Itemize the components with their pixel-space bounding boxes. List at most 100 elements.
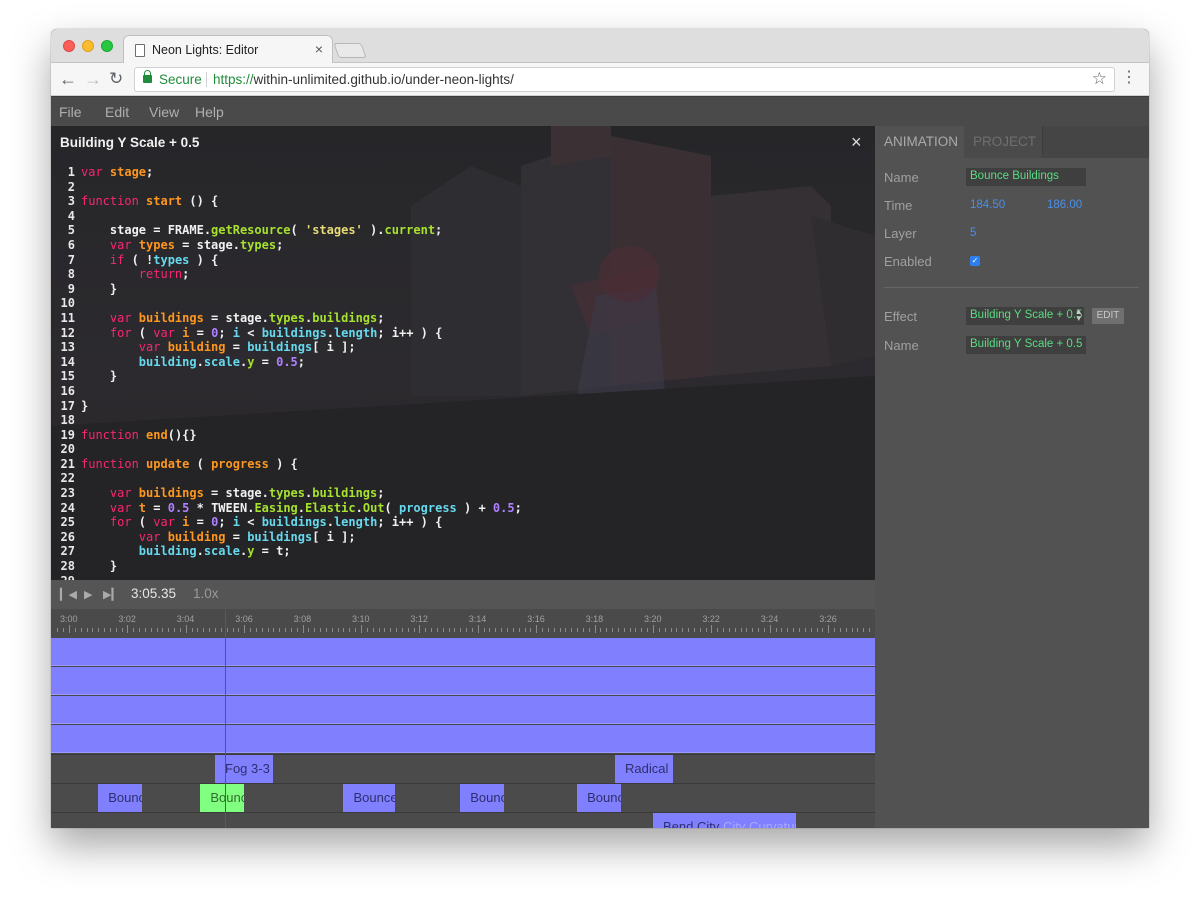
menu-help[interactable]: Help: [195, 104, 224, 120]
url-text[interactable]: https://within-unlimited.github.io/under…: [213, 72, 514, 87]
maximize-window-button[interactable]: [101, 40, 113, 52]
close-window-button[interactable]: [63, 40, 75, 52]
ruler-tick: [460, 628, 462, 632]
ruler-tick: [109, 628, 111, 632]
menu-view[interactable]: View: [149, 104, 179, 120]
clip-label: Bounce Buildings: [108, 790, 142, 805]
skip-back-icon[interactable]: ▎◀: [60, 588, 77, 601]
back-arrow-icon[interactable]: ←: [59, 69, 77, 89]
timeline-clip[interactable]: Radical: [615, 755, 674, 783]
ruler-tick: [758, 628, 760, 632]
bookmark-star-icon[interactable]: ☆: [1092, 69, 1107, 89]
menu-file[interactable]: File: [59, 104, 82, 120]
code-line: 1 var stage;: [57, 165, 522, 180]
playhead[interactable]: [225, 609, 227, 828]
browser-menu-icon[interactable]: ⋮: [1121, 69, 1137, 87]
ruler-tick: [775, 628, 777, 632]
code-token: function: [81, 194, 147, 209]
ruler-tick: [413, 628, 415, 632]
animation-name-field[interactable]: Bounce Buildings: [966, 168, 1086, 186]
playback-speed[interactable]: 1.0x: [193, 586, 219, 601]
code-editor[interactable]: 1 var stage; 2 3 function start () {4 5 stage…: [57, 165, 522, 580]
tab-title: Neon Lights: Editor: [152, 43, 259, 57]
code-line: 4: [57, 209, 522, 224]
track-bar: [51, 638, 875, 666]
code-token: 'stages': [304, 223, 363, 238]
timeline-clip[interactable]: Fog 3-3: [215, 755, 274, 783]
effect-select[interactable]: Building Y Scale + 0.5 ▴ ▾: [966, 307, 1084, 325]
ruler-tick: [658, 628, 660, 632]
document-icon: [135, 44, 145, 57]
ruler-tick-label: 3:00: [60, 614, 78, 624]
code-token: (: [138, 325, 154, 340]
code-token: ;: [182, 267, 190, 282]
timeline-clip[interactable]: Bounce Buildings: [460, 784, 505, 812]
edit-effect-button[interactable]: EDIT: [1092, 308, 1124, 324]
code-token: () {: [182, 194, 219, 209]
code-token: ; i++ ) {: [377, 515, 443, 530]
code-token: var: [81, 486, 139, 501]
line-number: 13: [60, 340, 75, 355]
skip-forward-icon[interactable]: ▶▎: [103, 588, 120, 601]
timeline-clip[interactable]: Bounce Buildings: [577, 784, 621, 812]
timeline-clip[interactable]: Bounce Buildings: [98, 784, 142, 812]
code-token: buildings: [312, 486, 378, 501]
close-editor-icon[interactable]: ×: [851, 132, 862, 153]
play-icon[interactable]: ▶: [84, 588, 92, 601]
ruler-tick: [127, 625, 129, 633]
ruler-tick: [220, 628, 222, 632]
code-line: 25 for ( var i = 0; i < buildings.length…: [57, 515, 522, 530]
ruler-tick: [559, 628, 561, 632]
line-number: 22: [60, 471, 75, 486]
line-number: 26: [60, 529, 75, 544]
tab-animation[interactable]: ANIMATION: [875, 126, 964, 158]
code-token: ;: [276, 237, 284, 252]
code-line: 26 var building = buildings[ i ];: [57, 530, 522, 545]
code-token: .: [196, 354, 204, 369]
ruler-tick: [495, 628, 497, 632]
code-token: building: [167, 529, 226, 544]
new-tab-button[interactable]: [333, 43, 367, 58]
ruler-tick: [209, 628, 211, 632]
name-label: Name: [884, 170, 919, 185]
clip-label: Radical: [625, 761, 669, 776]
timeline-clip[interactable]: Bounce Buildings: [343, 784, 395, 812]
tab-close-icon[interactable]: ×: [315, 41, 323, 57]
code-token: (){}: [167, 427, 197, 442]
code-line: 21 function update ( progress ) {: [57, 457, 522, 472]
browser-tab[interactable]: Neon Lights: Editor ×: [123, 35, 333, 64]
app-menubar: File Edit View Help: [51, 97, 1149, 126]
code-token: ) +: [456, 500, 493, 515]
line-number: 27: [60, 544, 75, 559]
track-bar: [51, 667, 875, 695]
enabled-checkbox[interactable]: ✓: [970, 256, 980, 266]
minimize-window-button[interactable]: [82, 40, 94, 52]
code-line: 14 building.scale.y = 0.5;: [57, 355, 522, 370]
ruler-tick: [804, 628, 806, 632]
ruler-tick-label: 3:02: [118, 614, 136, 624]
ruler-tick: [582, 628, 584, 632]
address-bar[interactable]: Secure https://within-unlimited.github.i…: [134, 67, 1115, 92]
clip-label: Bounce Buildings: [470, 790, 505, 805]
scene-viewport[interactable]: Building Y Scale + 0.5 × 1 var stage; 2 3 fu…: [51, 126, 875, 580]
time-end-field[interactable]: 186.00: [1047, 199, 1082, 211]
ruler-tick-label: 3:18: [585, 614, 604, 624]
timeline-tracks[interactable]: Fog 3-3 Radical Bounce Buildings Bounce Bui…: [51, 638, 875, 828]
clip-label: Bounce Buildings: [210, 790, 245, 805]
tab-project[interactable]: PROJECT: [964, 126, 1043, 158]
layer-field[interactable]: 5: [970, 227, 976, 239]
menu-edit[interactable]: Edit: [105, 104, 129, 120]
timeline-ruler[interactable]: 3:00 3:02 3:04 3:06 3:08 3:10 3:12 3:14 3:16 3:18…: [51, 609, 875, 638]
ruler-tick: [553, 628, 555, 632]
code-line: 8 return;: [57, 267, 522, 282]
code-token: buildings: [261, 515, 327, 530]
timeline-clip[interactable]: Bounce Buildings: [200, 784, 245, 812]
ruler-tick: [612, 628, 614, 632]
code-line: 2: [57, 180, 522, 195]
time-start-field[interactable]: 184.50: [970, 199, 1005, 211]
effect-name-field[interactable]: Building Y Scale + 0.5: [966, 336, 1086, 354]
forward-arrow-icon[interactable]: →: [84, 69, 102, 89]
code-token: =: [146, 500, 168, 515]
reload-icon[interactable]: ↻: [109, 69, 123, 89]
timeline-clip[interactable]: Bend City City Curvature: [653, 813, 797, 828]
